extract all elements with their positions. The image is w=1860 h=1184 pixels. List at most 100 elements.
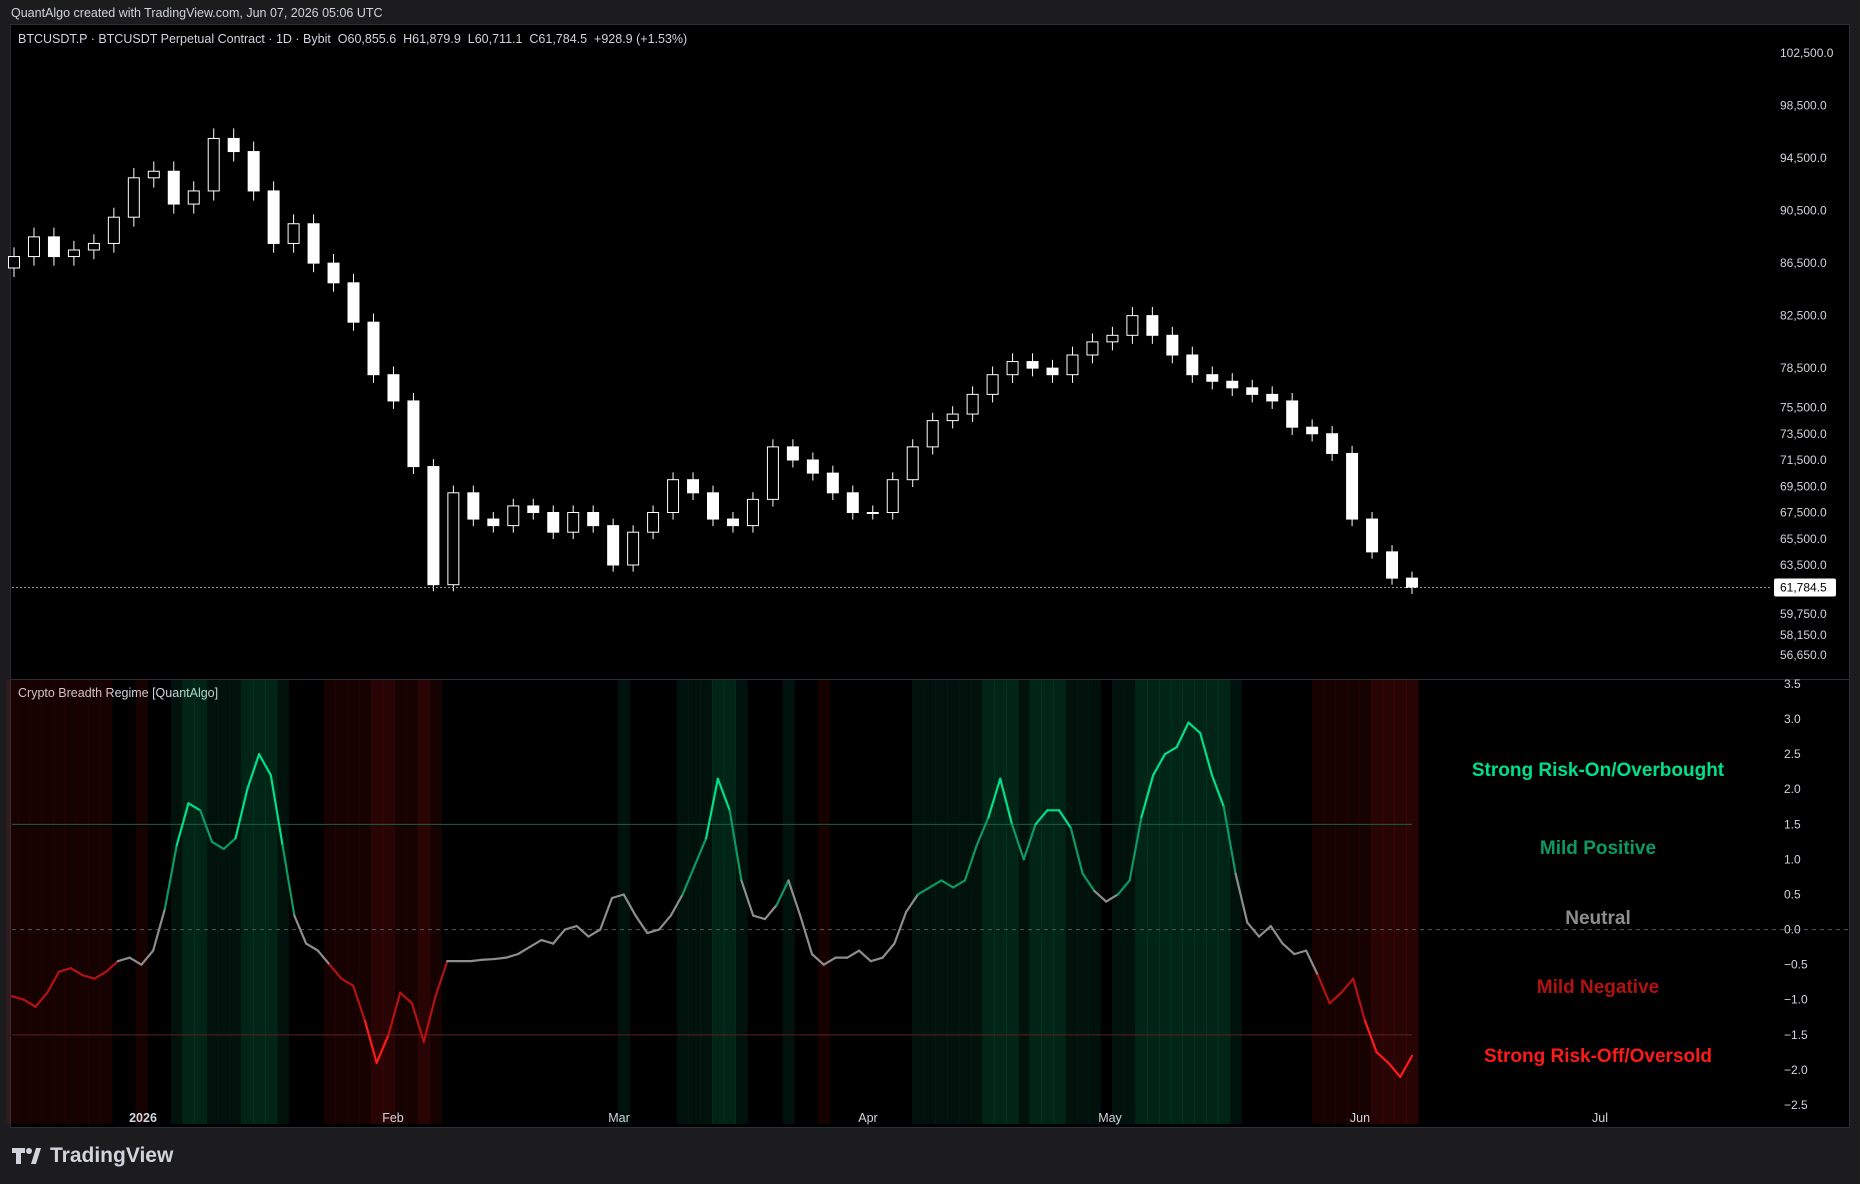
candle-body-up xyxy=(507,505,520,527)
regime-band xyxy=(1159,680,1172,1124)
price-axis-tick: 86,500.0 xyxy=(1780,256,1827,270)
candle-body-down xyxy=(227,137,240,153)
candle-body-down xyxy=(846,492,859,513)
candle xyxy=(866,505,879,520)
regime-band xyxy=(170,680,184,1124)
candle xyxy=(187,181,200,214)
candle xyxy=(467,485,480,527)
regime-band xyxy=(1382,680,1395,1124)
candle xyxy=(47,227,60,266)
regime-band xyxy=(382,680,395,1124)
price-axis-tick: 67,500.0 xyxy=(1780,506,1827,520)
breadth-segment xyxy=(646,928,661,935)
candle xyxy=(567,505,580,540)
candle-body-up xyxy=(127,177,140,218)
candle-body-down xyxy=(1186,354,1199,376)
candle-body-down xyxy=(547,512,560,533)
candle xyxy=(926,412,939,455)
regime-band xyxy=(688,680,701,1124)
candle xyxy=(587,505,600,533)
candle xyxy=(966,386,979,422)
regime-band xyxy=(370,680,384,1124)
breadth-segment xyxy=(293,914,308,945)
candle xyxy=(287,214,300,253)
breadth-segment xyxy=(893,910,908,945)
candle-body-up xyxy=(966,393,979,415)
oscillator-axis-tick: −0.5 xyxy=(1784,958,1808,972)
candle-body-up xyxy=(8,256,20,269)
candle-body-down xyxy=(707,492,719,520)
regime-band xyxy=(1017,680,1031,1124)
candle-body-down xyxy=(1046,367,1059,376)
regime-band xyxy=(394,680,407,1124)
candle-body-down xyxy=(327,262,340,284)
candle xyxy=(1346,445,1359,527)
candle xyxy=(147,161,160,188)
candle-body-up xyxy=(447,492,460,586)
candle xyxy=(427,459,440,592)
regime-band xyxy=(700,680,713,1124)
breadth-segment xyxy=(1257,924,1272,938)
breadth-segment xyxy=(1246,921,1261,938)
candle xyxy=(1326,426,1339,461)
chart-svg[interactable]: 61,784.5 102,500.0 98,500.0 94,500.0 90,500.… xyxy=(0,0,1860,1184)
breadth-segment xyxy=(881,942,896,959)
breadth-segment xyxy=(469,958,484,963)
regime-band xyxy=(1347,680,1360,1124)
candle-body-down xyxy=(1206,374,1219,382)
price-axis-tick: 90,500.0 xyxy=(1780,204,1827,218)
time-axis-label: Apr xyxy=(858,1111,877,1125)
regime-band xyxy=(53,680,66,1124)
breadth-segment xyxy=(540,938,555,945)
regime-label: Mild Positive xyxy=(1540,838,1656,859)
breadth-segment xyxy=(1269,924,1284,945)
oscillator-axis-tick: −1.5 xyxy=(1784,1028,1808,1042)
candle-body-down xyxy=(1246,387,1259,395)
regime-band xyxy=(1006,680,1019,1124)
candle-body-down xyxy=(1326,433,1339,454)
candle-body-down xyxy=(1146,315,1159,336)
regime-band xyxy=(323,680,337,1124)
candle xyxy=(1146,306,1159,344)
candle xyxy=(627,525,640,572)
price-axis: 102,500.0 98,500.0 94,500.0 90,500.0 86,500.… xyxy=(1780,46,1834,662)
regime-band xyxy=(1229,680,1242,1124)
time-axis-label: Feb xyxy=(382,1111,404,1125)
regime-band xyxy=(723,680,737,1124)
candle-body-down xyxy=(467,492,480,520)
regime-band xyxy=(347,680,360,1124)
candle xyxy=(527,498,540,520)
oscillator-axis-tick: 2.0 xyxy=(1784,782,1801,796)
candle xyxy=(387,366,400,409)
candle xyxy=(67,240,80,266)
candle xyxy=(1126,306,1139,344)
regime-band xyxy=(76,680,89,1124)
candle xyxy=(327,254,340,292)
candle xyxy=(746,492,759,533)
candle xyxy=(846,485,859,520)
candle-body-down xyxy=(607,525,620,566)
time-axis-label: Jun xyxy=(1350,1111,1370,1125)
regime-band xyxy=(194,680,207,1124)
regime-band xyxy=(206,680,219,1124)
oscillator-axis: 3.5 3.0 2.5 2.0 1.5 1.0 0.5 0.0 −0.5 −1.0 −1.5 −2.0… xyxy=(1784,677,1808,1112)
candle-body-up xyxy=(647,512,660,533)
breadth-segment xyxy=(505,953,519,959)
time-axis-label: 2026 xyxy=(129,1111,157,1125)
candle xyxy=(886,472,899,520)
breadth-segment xyxy=(1293,949,1308,956)
breadth-segment xyxy=(657,914,672,931)
oscillator-axis-tick: −1.0 xyxy=(1784,993,1808,1007)
regime-band xyxy=(135,680,148,1124)
candle-body-down xyxy=(1226,380,1239,389)
regime-band xyxy=(970,680,984,1124)
regime-band xyxy=(1182,680,1195,1124)
regime-band xyxy=(241,680,254,1124)
regime-band xyxy=(1359,680,1372,1124)
candle-body-up xyxy=(906,446,919,481)
oscillator-axis-tick: 0.5 xyxy=(1784,887,1801,901)
candle-body-down xyxy=(1026,361,1039,369)
candle-body-down xyxy=(1406,577,1418,589)
regime-band xyxy=(1064,680,1078,1124)
regime-band xyxy=(959,680,972,1124)
